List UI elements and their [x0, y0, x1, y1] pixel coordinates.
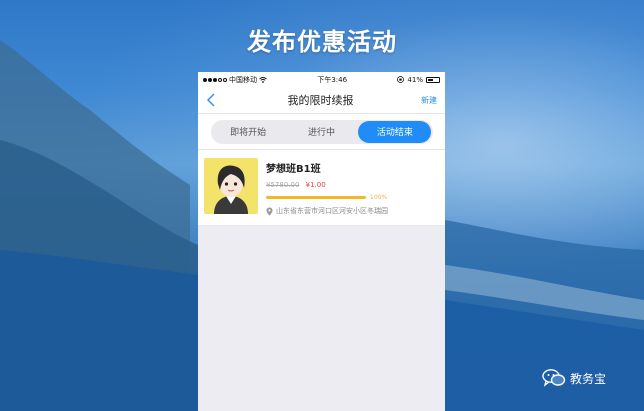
- back-button[interactable]: [206, 93, 220, 107]
- status-bar: 中国移动 下午3:46 41%: [198, 72, 445, 87]
- tab-ongoing[interactable]: 进行中: [285, 121, 358, 143]
- progress-fill: [266, 196, 366, 199]
- status-left: 中国移动: [203, 75, 267, 85]
- wifi-icon: [259, 76, 267, 83]
- wechat-icon: [542, 369, 566, 387]
- address-row: 山东省东营市河口区河安小区冬瑞园: [266, 206, 439, 216]
- progress-row: 100%: [266, 194, 439, 201]
- new-button[interactable]: 新建: [421, 95, 437, 106]
- status-right: 41%: [397, 76, 440, 84]
- location-pin-icon: [266, 207, 273, 216]
- progress-bar: [266, 196, 366, 199]
- watermark-label: 教务宝: [570, 371, 607, 386]
- watermark: 教务宝: [542, 369, 606, 387]
- tab-bar: 即将开始 进行中 活动结束: [198, 114, 445, 150]
- course-avatar: [204, 158, 258, 214]
- phone-screen: 中国移动 下午3:46 41% 我的限时续报 新建 即将开始 进行中 活动结束 …: [198, 72, 445, 411]
- current-price: ¥1.00: [305, 181, 326, 189]
- battery-icon: [425, 76, 440, 83]
- price-row: ¥5780.00 ¥1.00: [266, 181, 439, 189]
- signal-icon: [203, 77, 227, 82]
- original-price: ¥5780.00: [266, 181, 300, 189]
- page-headline: 发布优惠活动: [247, 28, 397, 56]
- course-title: 梦想班B1班: [266, 164, 321, 175]
- course-card[interactable]: 梦想班B1班 ¥5780.00 ¥1.00 100% 山东省东营市河口区河安小区…: [198, 150, 445, 226]
- chevron-left-icon: [207, 93, 215, 107]
- status-time: 下午3:46: [317, 75, 348, 84]
- progress-percent: 100%: [370, 194, 388, 201]
- battery-percent: 41%: [407, 75, 423, 84]
- tab-ended[interactable]: 活动结束: [358, 120, 432, 143]
- nav-bar: 我的限时续报 新建: [198, 87, 445, 114]
- nav-title: 我的限时续报: [287, 94, 354, 107]
- segmented-control: 即将开始 进行中 活动结束: [210, 119, 433, 144]
- carrier-label: 中国移动: [229, 75, 257, 84]
- course-address: 山东省东营市河口区河安小区冬瑞园: [276, 207, 388, 215]
- tab-upcoming[interactable]: 即将开始: [212, 121, 285, 143]
- course-info: 梦想班B1班 ¥5780.00 ¥1.00 100% 山东省东营市河口区河安小区…: [266, 158, 439, 217]
- orientation-lock-icon: [397, 76, 405, 83]
